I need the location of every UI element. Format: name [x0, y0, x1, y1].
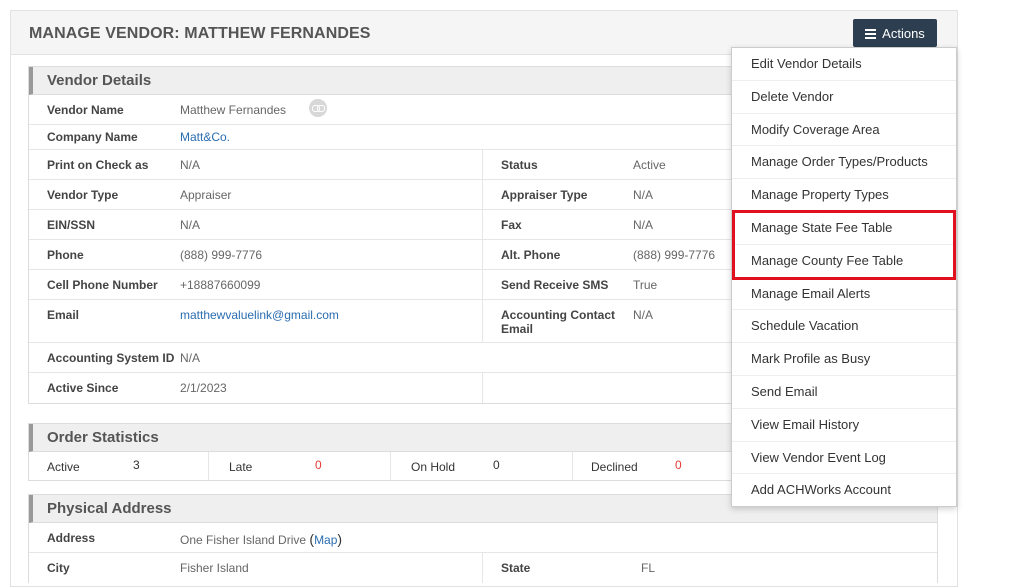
menu-item-manage-order-types[interactable]: Manage Order Types/Products — [732, 146, 956, 180]
state-value: FL — [641, 561, 656, 575]
company-name-label: Company Name — [47, 130, 138, 144]
accounting-email-value: N/A — [633, 308, 654, 322]
company-name-link[interactable]: Matt&Co. — [180, 130, 230, 144]
unlink-icon[interactable] — [309, 99, 327, 117]
accounting-email-label: Accounting Contact — [501, 308, 615, 322]
menu-item-manage-email-alerts[interactable]: Manage Email Alerts — [732, 278, 956, 311]
active-orders-label: Active — [47, 460, 80, 474]
address-label: Address — [47, 531, 96, 545]
vendor-name-label: Vendor Name — [47, 103, 124, 117]
actions-button[interactable]: Actions — [853, 19, 937, 47]
sms-value: True — [633, 278, 658, 292]
map-link[interactable]: Map — [314, 533, 337, 547]
actions-dropdown-menu: Edit Vendor Details Delete Vendor Modify… — [731, 47, 957, 507]
menu-item-manage-property-types[interactable]: Manage Property Types — [732, 179, 956, 212]
page-title: MANAGE VENDOR: MATTHEW FERNANDES — [29, 25, 371, 42]
menu-item-modify-coverage-area[interactable]: Modify Coverage Area — [732, 114, 956, 147]
menu-item-view-vendor-event-log[interactable]: View Vendor Event Log — [732, 442, 956, 475]
active-since-value: 2/1/2023 — [180, 381, 227, 395]
menu-item-delete-vendor[interactable]: Delete Vendor — [732, 81, 956, 114]
declined-orders-count[interactable]: 0 — [675, 458, 682, 472]
cell-phone-value: +18887660099 — [180, 278, 261, 292]
city-label: City — [47, 561, 70, 575]
late-orders-label: Late — [229, 460, 253, 474]
address-row: Address One Fisher Island Drive (Map) — [29, 523, 937, 553]
ein-value: N/A — [180, 218, 201, 232]
alt-phone-label: Alt. Phone — [501, 248, 561, 262]
state-label: State — [501, 561, 531, 575]
ein-label: EIN/SSN — [47, 218, 96, 232]
print-on-check-label: Print on Check as — [47, 158, 149, 172]
city-state-row: City Fisher Island State FL — [29, 553, 937, 583]
print-on-check-value: N/A — [180, 158, 201, 172]
declined-orders-label: Declined — [591, 460, 638, 474]
vendor-name-value: Matthew Fernandes — [180, 103, 287, 117]
menu-item-send-email[interactable]: Send Email — [732, 376, 956, 409]
on-hold-orders-count[interactable]: 0 — [493, 458, 500, 472]
status-label: Status — [501, 158, 538, 172]
active-since-label: Active Since — [47, 381, 119, 395]
alt-phone-value: (888) 999-7776 — [633, 248, 716, 262]
menu-item-edit-vendor-details[interactable]: Edit Vendor Details — [732, 48, 956, 81]
menu-icon — [865, 28, 877, 39]
menu-item-schedule-vacation[interactable]: Schedule Vacation — [732, 310, 956, 344]
physical-address-section: Physical Address Address One Fisher Isla… — [28, 494, 938, 583]
accounting-email-label-line2: Email — [501, 322, 534, 336]
menu-item-view-email-history[interactable]: View Email History — [732, 409, 956, 442]
vendor-type-value: Appraiser — [180, 188, 232, 202]
city-value: Fisher Island — [180, 561, 249, 575]
phone-label: Phone — [47, 248, 84, 262]
address-value: One Fisher Island Drive (Map) — [180, 531, 343, 547]
accounting-system-value: N/A — [180, 351, 201, 365]
appraiser-type-label: Appraiser Type — [501, 188, 588, 202]
menu-item-add-achworks-account[interactable]: Add ACHWorks Account — [732, 474, 956, 507]
fax-value: N/A — [633, 218, 654, 232]
late-orders-count[interactable]: 0 — [315, 458, 322, 472]
email-label: Email — [47, 308, 80, 322]
menu-item-manage-state-fee-table[interactable]: Manage State Fee Table — [732, 212, 956, 245]
menu-item-manage-county-fee-table[interactable]: Manage County Fee Table — [732, 245, 956, 278]
vendor-type-label: Vendor Type — [47, 188, 119, 202]
on-hold-orders-label: On Hold — [411, 460, 456, 474]
accounting-system-label: Accounting System ID — [47, 351, 175, 365]
fax-label: Fax — [501, 218, 522, 232]
sms-label: Send Receive SMS — [501, 278, 609, 292]
status-value: Active — [633, 158, 666, 172]
phone-value: (888) 999-7776 — [180, 248, 263, 262]
active-orders-count[interactable]: 3 — [133, 458, 140, 472]
actions-button-label: Actions — [882, 25, 925, 41]
email-link[interactable]: matthewvaluelink@gmail.com — [180, 308, 339, 322]
cell-phone-label: Cell Phone Number — [47, 278, 158, 292]
menu-item-mark-profile-busy[interactable]: Mark Profile as Busy — [732, 343, 956, 376]
appraiser-type-value: N/A — [633, 188, 654, 202]
